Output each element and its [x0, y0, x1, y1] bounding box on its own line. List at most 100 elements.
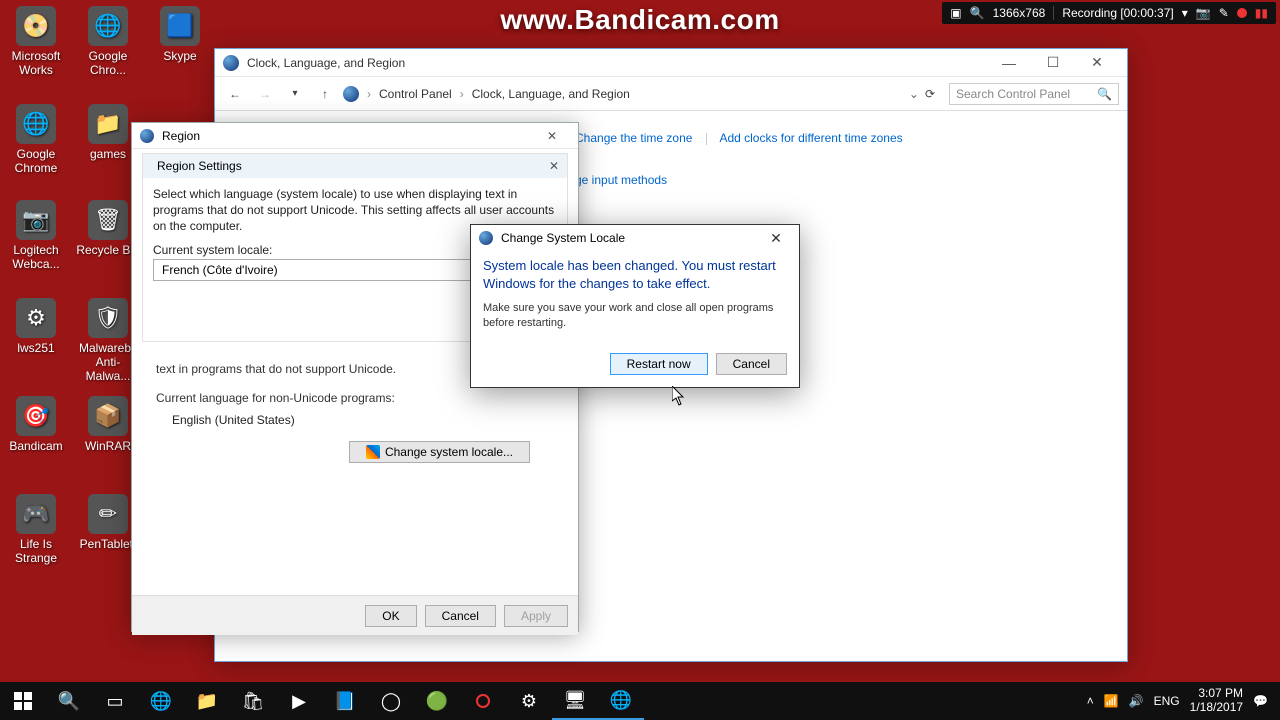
cp-titlebar[interactable]: Clock, Language, and Region — ☐ ✕: [215, 49, 1127, 77]
ok-button[interactable]: OK: [365, 605, 416, 627]
desktop-icon[interactable]: 📀 Microsoft Works: [4, 6, 68, 78]
forward-button[interactable]: →: [253, 82, 277, 106]
region-title-text: Region: [162, 129, 200, 143]
pencil-icon[interactable]: ✎: [1219, 6, 1229, 20]
desktop-icon-label: Life Is Strange: [4, 538, 68, 566]
tray-clock[interactable]: 3:07 PM 1/18/2017: [1190, 687, 1243, 715]
resolution-text: 1366x768: [993, 6, 1046, 20]
desktop-icon[interactable]: 🌐 Google Chro...: [76, 6, 140, 78]
app-icon: 📁: [88, 104, 128, 144]
camera-icon[interactable]: 📷: [1196, 6, 1211, 20]
taskbar-control-panel[interactable]: 🖥: [552, 682, 598, 720]
globe-icon: [343, 86, 359, 102]
link-change-timezone[interactable]: Change the time zone: [575, 131, 692, 145]
app-icon: 📀: [16, 6, 56, 46]
desktop-icon[interactable]: 🟦 Skype: [148, 6, 212, 64]
search-icon: 🔍: [970, 6, 985, 20]
desktop-icon-label: Google Chro...: [76, 50, 140, 78]
modal-titlebar[interactable]: Change System Locale ✕: [471, 225, 799, 251]
taskbar-bandicam[interactable]: [460, 682, 506, 720]
record-icon[interactable]: [1237, 8, 1247, 18]
search-button[interactable]: 🔍: [46, 682, 92, 720]
close-button[interactable]: ✕: [534, 123, 570, 149]
desktop-icon[interactable]: 🎯 Bandicam: [4, 396, 68, 454]
desktop-icon-label: Skype: [148, 50, 212, 64]
recording-text: Recording [00:00:37]: [1062, 6, 1173, 20]
app-icon: ⚙: [16, 298, 56, 338]
tray-language[interactable]: ENG: [1154, 694, 1180, 708]
desktop-icon[interactable]: 📷 Logitech Webca...: [4, 200, 68, 272]
apply-button: Apply: [504, 605, 568, 627]
history-chevron-icon[interactable]: ▾: [283, 82, 307, 106]
restart-now-button[interactable]: Restart now: [610, 353, 708, 375]
app-icon: 🟦: [160, 6, 200, 46]
app-icon: 📷: [16, 200, 56, 240]
taskbar-media[interactable]: ▶: [276, 682, 322, 720]
taskbar[interactable]: 🔍 ▭ 🌐 📁 🛍 ▶ 📘 ◯ 🟢 ⚙ 🖥 🌐 ˄ 📶 🔊 ENG 3:07 P…: [0, 682, 1280, 720]
taskbar-word[interactable]: 📘: [322, 682, 368, 720]
taskbar-qbittorrent[interactable]: 🟢: [414, 682, 460, 720]
tray-network-icon[interactable]: 📶: [1104, 694, 1119, 708]
maximize-button[interactable]: ☐: [1031, 49, 1075, 77]
app-icon: ✏: [88, 494, 128, 534]
app-icon: 🌐: [88, 6, 128, 46]
app-icon: 📦: [88, 396, 128, 436]
start-button[interactable]: [0, 682, 46, 720]
pause-icon[interactable]: ▮▮: [1255, 6, 1268, 20]
taskbar-file-explorer[interactable]: 📁: [184, 682, 230, 720]
desktop-icon-label: Logitech Webca...: [4, 244, 68, 272]
taskbar-store[interactable]: 🛍: [230, 682, 276, 720]
task-view-button[interactable]: ▭: [92, 682, 138, 720]
taskbar-region[interactable]: 🌐: [598, 682, 644, 720]
tray-chevron-up-icon[interactable]: ˄: [1087, 694, 1094, 708]
desktop-icon[interactable]: ⚙ lws251: [4, 298, 68, 356]
desktop-icon[interactable]: 🌐Google Chrome: [4, 104, 68, 176]
app-icon: 🗑: [88, 200, 128, 240]
region-settings-titlebar[interactable]: Region Settings ✕: [143, 154, 567, 178]
globe-icon: [223, 55, 239, 71]
modal-title: Change System Locale: [501, 231, 625, 245]
taskbar-chrome[interactable]: 🌐: [138, 682, 184, 720]
change-system-locale-button[interactable]: Change system locale...: [349, 441, 530, 463]
change-system-locale-modal: Change System Locale ✕ System locale has…: [470, 224, 800, 388]
chevron-down-icon[interactable]: ▾: [1182, 6, 1188, 20]
close-button[interactable]: ✕: [761, 225, 791, 251]
cp-title: Clock, Language, and Region: [247, 56, 405, 70]
modal-instruction: Make sure you save your work and close a…: [483, 301, 787, 331]
link-add-clocks[interactable]: Add clocks for different time zones: [719, 131, 902, 145]
taskbar-settings[interactable]: ⚙: [506, 682, 552, 720]
system-tray[interactable]: ˄ 📶 🔊 ENG 3:07 PM 1/18/2017 💬: [1087, 687, 1280, 715]
breadcrumb-root[interactable]: Control Panel: [379, 87, 452, 101]
close-button[interactable]: ✕: [1075, 49, 1119, 77]
modal-headline: System locale has been changed. You must…: [483, 257, 787, 293]
desktop-icon-label: Microsoft Works: [4, 50, 68, 78]
refresh-button[interactable]: ⟳: [925, 87, 935, 101]
close-button[interactable]: ✕: [549, 159, 559, 173]
shield-icon: [366, 445, 380, 459]
tray-volume-icon[interactable]: 🔊: [1129, 694, 1144, 708]
desktop-icon-label: Bandicam: [4, 440, 68, 454]
nonunicode-label: Current language for non-Unicode program…: [156, 391, 554, 407]
globe-icon: [479, 231, 493, 245]
cancel-button[interactable]: Cancel: [425, 605, 496, 627]
region-titlebar[interactable]: Region ✕: [132, 123, 578, 149]
desktop-icon[interactable]: 🎮 Life Is Strange: [4, 494, 68, 566]
bandicam-overlay[interactable]: ▣ 🔍 1366x768 Recording [00:00:37] ▾ 📷 ✎ …: [942, 2, 1276, 24]
taskbar-steam[interactable]: ◯: [368, 682, 414, 720]
link-input-methods-partial[interactable]: ge input methods: [575, 173, 667, 187]
back-button[interactable]: ←: [223, 82, 247, 106]
breadcrumb-current[interactable]: Clock, Language, and Region: [472, 87, 630, 101]
search-input[interactable]: Search Control Panel 🔍: [949, 83, 1119, 105]
desktop-icon-label: lws251: [4, 342, 68, 356]
up-button[interactable]: ↑: [313, 82, 337, 106]
cancel-button[interactable]: Cancel: [716, 353, 787, 375]
mouse-cursor: [672, 386, 686, 406]
app-icon: 🎯: [16, 396, 56, 436]
app-icon: 🎮: [16, 494, 56, 534]
address-dropdown-icon[interactable]: ⌄: [909, 87, 919, 101]
search-placeholder: Search Control Panel: [956, 87, 1070, 101]
app-icon: 🌐: [16, 104, 56, 144]
globe-icon: [140, 129, 154, 143]
tray-notifications-icon[interactable]: 💬: [1253, 694, 1268, 708]
minimize-button[interactable]: —: [987, 49, 1031, 77]
